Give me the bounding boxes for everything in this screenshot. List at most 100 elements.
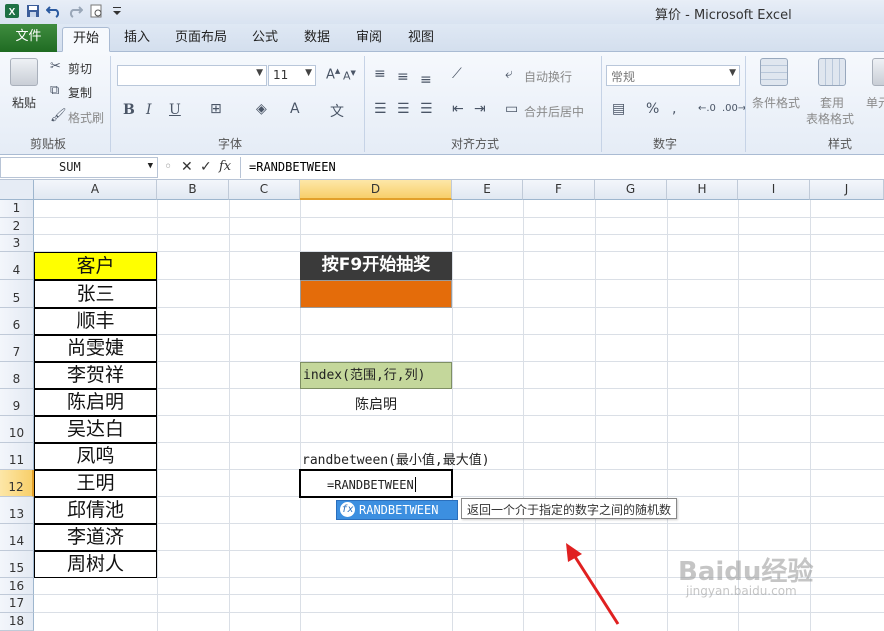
font-color-icon[interactable]: A <box>290 101 300 117</box>
row-header-7[interactable]: 7 <box>0 335 34 362</box>
align-center-icon[interactable]: ☰ <box>397 101 410 117</box>
merge-center-button[interactable]: 合并后居中 <box>524 103 584 120</box>
fill-color-icon[interactable]: ◈ <box>256 101 267 117</box>
increase-indent-icon[interactable]: ⇥ <box>474 101 486 117</box>
customer-cell[interactable]: 凤鸣 <box>34 443 157 470</box>
row-header-13[interactable]: 13 <box>0 497 34 524</box>
column-header-h[interactable]: H <box>667 180 738 200</box>
align-middle-icon[interactable]: ≡ <box>397 69 409 85</box>
align-top-icon[interactable]: ≡ <box>374 66 386 82</box>
row-header-10[interactable]: 10 <box>0 416 34 443</box>
decrease-indent-icon[interactable]: ⇤ <box>452 101 464 117</box>
row-header-6[interactable]: 6 <box>0 308 34 335</box>
bold-icon[interactable]: B <box>123 102 135 118</box>
confirm-entry-icon[interactable]: ✓ <box>200 159 212 175</box>
tab-insert[interactable]: 插入 <box>117 27 157 52</box>
tab-home[interactable]: 开始 <box>62 27 110 52</box>
row-header-12[interactable]: 12 <box>0 470 34 497</box>
column-header-d[interactable]: D <box>300 180 452 200</box>
customer-cell[interactable]: 陈启明 <box>34 389 157 416</box>
row-header-2[interactable]: 2 <box>0 218 34 235</box>
paste-button[interactable]: 粘贴 <box>12 94 36 111</box>
index-formula-cell[interactable]: index(范围,行,列) <box>300 362 452 389</box>
align-right-icon[interactable]: ☰ <box>420 101 433 117</box>
row-header-3[interactable]: 3 <box>0 235 34 252</box>
select-all-corner[interactable] <box>0 180 34 200</box>
decrease-decimal-icon[interactable]: .00→ <box>722 103 746 114</box>
format-as-table-button[interactable]: 套用 <box>820 94 844 111</box>
insert-function-icon[interactable]: fx <box>219 159 231 174</box>
borders-icon[interactable]: ⊞ <box>210 101 222 117</box>
accounting-format-icon[interactable]: ▤ <box>612 101 625 117</box>
tab-review[interactable]: 审阅 <box>349 27 389 52</box>
tab-file[interactable]: 文件 <box>0 24 57 52</box>
formula-input[interactable]: =RANDBETWEEN <box>240 157 884 178</box>
italic-icon[interactable]: I <box>146 102 152 118</box>
row-header-8[interactable]: 8 <box>0 362 34 389</box>
row-header-11[interactable]: 11 <box>0 443 34 470</box>
grow-font-icon[interactable]: A▲ <box>326 67 340 82</box>
autocomplete-item[interactable]: fx RANDBETWEEN <box>336 500 458 520</box>
redo-icon[interactable] <box>67 3 83 19</box>
undo-icon[interactable] <box>46 3 62 19</box>
align-left-icon[interactable]: ☰ <box>374 101 387 117</box>
shrink-font-icon[interactable]: A▼ <box>343 69 356 83</box>
row-header-4[interactable]: 4 <box>0 252 34 280</box>
row-header-9[interactable]: 9 <box>0 389 34 416</box>
customer-cell[interactable]: 邱倩池 <box>34 497 157 524</box>
copy-button[interactable]: 复制 <box>68 84 92 101</box>
underline-icon[interactable]: U <box>169 102 181 118</box>
customer-cell[interactable]: 王明 <box>34 470 157 497</box>
randbetween-label-cell[interactable]: randbetween(最小值,最大值) <box>302 449 490 468</box>
percent-icon[interactable]: % <box>646 101 659 117</box>
font-size-combo[interactable]: 11 ▼ <box>268 65 316 86</box>
column-header-g[interactable]: G <box>595 180 667 200</box>
customer-cell[interactable]: 顺丰 <box>34 308 157 335</box>
cut-button[interactable]: 剪切 <box>68 60 92 77</box>
cancel-entry-icon[interactable]: ✕ <box>181 159 193 175</box>
wrap-text-button[interactable]: 自动换行 <box>524 68 572 85</box>
cell-styles-button[interactable]: 单元 <box>866 94 884 111</box>
conditional-format-button[interactable]: 条件格式 <box>752 94 800 111</box>
format-painter-button[interactable]: 格式刷 <box>68 109 104 126</box>
column-header-c[interactable]: C <box>229 180 300 200</box>
customer-cell[interactable]: 周树人 <box>34 551 157 578</box>
align-bottom-icon[interactable]: ≡ <box>420 72 432 88</box>
column-header-i[interactable]: I <box>738 180 810 200</box>
customer-cell[interactable]: 李贺祥 <box>34 362 157 389</box>
tab-view[interactable]: 视图 <box>401 27 441 52</box>
column-header-f[interactable]: F <box>523 180 595 200</box>
tab-formulas[interactable]: 公式 <box>245 27 285 52</box>
customer-cell[interactable]: 尚雯婕 <box>34 335 157 362</box>
tab-page-layout[interactable]: 页面布局 <box>170 27 232 52</box>
column-header-e[interactable]: E <box>452 180 523 200</box>
column-header-b[interactable]: B <box>157 180 229 200</box>
row-header-1[interactable]: 1 <box>0 200 34 218</box>
index-result-cell[interactable]: 陈启明 <box>300 394 452 414</box>
customer-cell[interactable]: 吴达白 <box>34 416 157 443</box>
customize-qat-icon[interactable] <box>109 3 125 19</box>
comma-style-icon[interactable]: , <box>672 101 676 117</box>
phonetic-icon[interactable]: 文 <box>330 101 344 121</box>
print-preview-icon[interactable] <box>88 3 104 19</box>
column-header-a[interactable]: A <box>34 180 157 200</box>
draw-title-cell[interactable]: 按F9开始抽奖 <box>300 252 452 280</box>
number-format-combo[interactable]: 常规 ▼ <box>606 65 740 86</box>
name-box[interactable]: SUM ▼ <box>0 157 158 178</box>
font-family-combo[interactable]: ▼ <box>117 65 267 86</box>
increase-decimal-icon[interactable]: ←.0 <box>698 103 716 114</box>
column-header-j[interactable]: J <box>810 180 884 200</box>
save-icon[interactable] <box>25 3 41 19</box>
row-header-16[interactable]: 16 <box>0 578 34 595</box>
row-header-18[interactable]: 18 <box>0 613 34 631</box>
customer-cell[interactable]: 张三 <box>34 280 157 308</box>
row-header-17[interactable]: 17 <box>0 595 34 613</box>
orientation-icon[interactable]: ⟋ <box>452 66 462 82</box>
row-header-5[interactable]: 5 <box>0 280 34 308</box>
customer-header-cell[interactable]: 客户 <box>34 252 157 280</box>
row-header-14[interactable]: 14 <box>0 524 34 551</box>
row-header-15[interactable]: 15 <box>0 551 34 578</box>
draw-result-cell[interactable] <box>300 280 452 308</box>
tab-data[interactable]: 数据 <box>297 27 337 52</box>
customer-cell[interactable]: 李道济 <box>34 524 157 551</box>
